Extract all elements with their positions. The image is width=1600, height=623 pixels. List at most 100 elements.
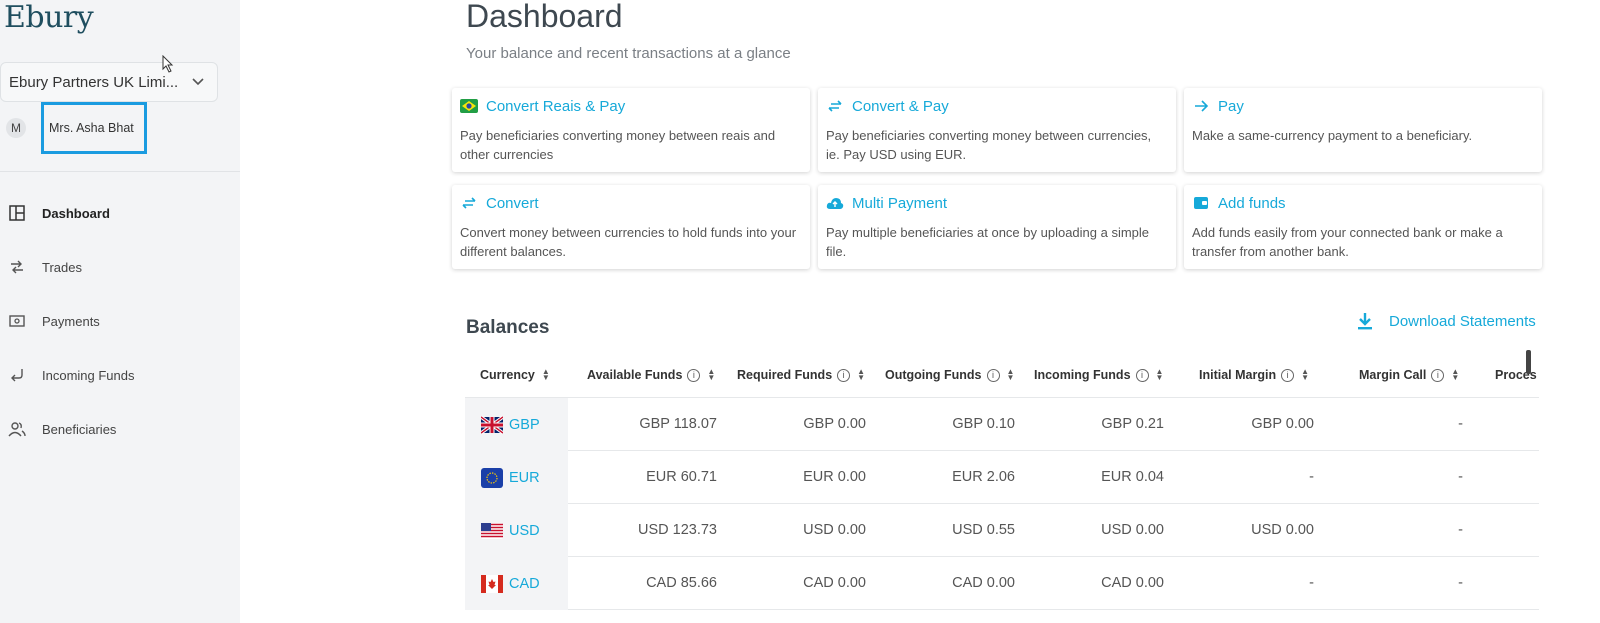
sidebar-item-label: Incoming Funds xyxy=(42,367,135,383)
user-name: Mrs. Asha Bhat xyxy=(41,102,147,154)
cloud-upload-icon xyxy=(826,195,844,211)
payments-icon xyxy=(9,315,25,327)
page-title: Dashboard xyxy=(466,0,623,34)
entity-select[interactable]: Ebury Partners UK Limi... xyxy=(0,62,218,102)
table-row[interactable]: USD USD 123.73 USD 0.00 USD 0.55 USD 0.0… xyxy=(465,504,1539,557)
outgoing-funds-value: USD 0.55 xyxy=(952,522,1015,538)
initial-margin-value: - xyxy=(1309,469,1314,485)
sidebar: Ebury Ebury Partners UK Limi... M Mrs. A… xyxy=(0,0,240,623)
incoming-funds-icon xyxy=(11,369,23,382)
balances-table: Currency ▲ ▼ Available Funds i ▲ ▼ Required F… xyxy=(465,352,1539,623)
eu-flag-icon xyxy=(481,467,503,488)
card-pay[interactable]: Pay Make a same-currency payment to a be… xyxy=(1184,88,1542,172)
ebury-logo[interactable]: Ebury xyxy=(4,0,94,35)
margin-call-value: - xyxy=(1458,469,1463,485)
table-row[interactable]: EUR EUR 60.71 EUR 0.00 EUR 2.06 EUR 0.04… xyxy=(465,451,1539,504)
currency-code[interactable]: EUR xyxy=(509,470,540,486)
user-row[interactable]: M Mrs. Asha Bhat xyxy=(6,102,147,154)
sort-icon: ▲ ▼ xyxy=(857,367,866,382)
page-subtitle: Your balance and recent transactions at … xyxy=(466,45,791,62)
sort-icon: ▲ ▼ xyxy=(1155,367,1164,382)
outgoing-funds-value: EUR 2.06 xyxy=(952,469,1015,485)
info-icon[interactable]: i xyxy=(837,368,851,382)
info-icon[interactable]: i xyxy=(986,368,1000,382)
required-funds-value: GBP 0.00 xyxy=(803,416,866,432)
info-icon[interactable]: i xyxy=(1135,368,1149,382)
swap-arrows-icon xyxy=(460,195,478,211)
available-funds-value: EUR 60.71 xyxy=(646,469,717,485)
sidebar-item-beneficiaries[interactable]: Beneficiaries xyxy=(0,402,240,456)
currency-cell[interactable]: CAD xyxy=(465,557,568,610)
info-icon[interactable]: i xyxy=(687,368,701,382)
column-label: Margin Call xyxy=(1359,368,1427,382)
sidebar-item-trades[interactable]: Trades xyxy=(0,240,240,294)
required-funds-value: EUR 0.00 xyxy=(803,469,866,485)
swap-arrows-icon xyxy=(826,98,844,114)
card-title: Multi Payment xyxy=(852,194,948,212)
incoming-funds-value: GBP 0.21 xyxy=(1101,416,1164,432)
info-icon[interactable]: i xyxy=(1281,368,1295,382)
column-label: Outgoing Funds xyxy=(885,368,982,382)
card-add-funds[interactable]: Add funds Add funds easily from your con… xyxy=(1184,185,1542,269)
currency-cell[interactable]: GBP xyxy=(465,398,568,451)
card-description: Pay beneficiaries converting money betwe… xyxy=(826,128,1152,162)
us-flag-icon xyxy=(481,522,503,539)
column-currency[interactable]: Currency ▲ ▼ xyxy=(480,367,550,383)
card-description: Add funds easily from your connected ban… xyxy=(1192,225,1503,259)
card-title: Convert Reais & Pay xyxy=(486,97,626,115)
incoming-funds-value: CAD 0.00 xyxy=(1101,575,1164,591)
currency-code[interactable]: CAD xyxy=(509,576,540,592)
sort-icon: ▲ ▼ xyxy=(707,367,716,382)
margin-call-value: - xyxy=(1458,416,1463,432)
card-title: Convert & Pay xyxy=(852,97,949,115)
sidebar-nav: Dashboard Trades Payments Incoming Funds… xyxy=(0,186,240,456)
card-multi-payment[interactable]: Multi Payment Pay multiple beneficiaries… xyxy=(818,185,1176,269)
mouse-cursor-icon xyxy=(162,55,174,73)
dashboard-icon xyxy=(9,205,25,221)
brazil-flag-icon xyxy=(460,98,478,114)
available-funds-value: CAD 85.66 xyxy=(646,575,717,591)
beneficiaries-icon xyxy=(8,422,26,437)
incoming-funds-value: EUR 0.04 xyxy=(1101,469,1164,485)
table-row[interactable]: GBP GBP 118.07 GBP 0.00 GBP 0.10 GBP 0.2… xyxy=(465,398,1539,451)
column-margin-call[interactable]: Margin Call i ▲ ▼ xyxy=(1359,368,1459,383)
sidebar-item-incoming-funds[interactable]: Incoming Funds xyxy=(0,348,240,402)
currency-code[interactable]: GBP xyxy=(509,417,540,433)
card-title: Add funds xyxy=(1218,194,1286,212)
initial-margin-value: - xyxy=(1309,575,1314,591)
card-convert[interactable]: Convert Convert money between currencies… xyxy=(452,185,810,269)
column-incoming-funds[interactable]: Incoming Funds i ▲ ▼ xyxy=(1034,367,1164,383)
sidebar-item-payments[interactable]: Payments xyxy=(0,294,240,348)
card-description: Pay multiple beneficiaries at once by up… xyxy=(826,225,1150,259)
card-convert-reais-pay[interactable]: Convert Reais & Pay Pay beneficiaries co… xyxy=(452,88,810,172)
currency-code[interactable]: USD xyxy=(509,523,540,539)
outgoing-funds-value: GBP 0.10 xyxy=(952,416,1015,432)
main-content: Dashboard Your balance and recent transa… xyxy=(240,0,1600,623)
info-icon[interactable]: i xyxy=(1431,368,1445,382)
column-outgoing-funds[interactable]: Outgoing Funds i ▲ ▼ xyxy=(885,367,1015,383)
sidebar-item-dashboard[interactable]: Dashboard xyxy=(0,186,240,240)
column-initial-margin[interactable]: Initial Margin i ▲ ▼ xyxy=(1199,368,1309,383)
currency-cell[interactable]: USD xyxy=(465,504,568,557)
sort-icon: ▲ ▼ xyxy=(1006,367,1015,382)
sort-icon: ▲ ▼ xyxy=(541,367,550,382)
table-row[interactable]: CAD CAD 85.66 CAD 0.00 CAD 0.00 CAD 0.00… xyxy=(465,557,1539,610)
required-funds-value: USD 0.00 xyxy=(803,522,866,538)
card-title: Convert xyxy=(486,194,539,212)
column-label: Required Funds xyxy=(737,368,833,382)
download-statements-button[interactable]: Download Statements xyxy=(1357,312,1536,330)
column-available-funds[interactable]: Available Funds i ▲ ▼ xyxy=(587,367,716,383)
wallet-icon xyxy=(1192,195,1210,211)
required-funds-value: CAD 0.00 xyxy=(803,575,866,591)
app-window: Ebury Ebury Partners UK Limi... M Mrs. A… xyxy=(0,0,1600,623)
margin-call-value: - xyxy=(1458,575,1463,591)
outgoing-funds-value: CAD 0.00 xyxy=(952,575,1015,591)
card-convert-pay[interactable]: Convert & Pay Pay beneficiaries converti… xyxy=(818,88,1176,172)
incoming-funds-value: USD 0.00 xyxy=(1101,522,1164,538)
column-required-funds[interactable]: Required Funds i ▲ ▼ xyxy=(737,367,866,383)
table-scrollbar-thumb[interactable] xyxy=(1526,350,1531,374)
canada-flag-icon xyxy=(481,574,503,593)
balances-title: Balances xyxy=(466,317,550,338)
sidebar-item-label: Beneficiaries xyxy=(42,421,117,437)
currency-cell[interactable]: EUR xyxy=(465,451,568,504)
